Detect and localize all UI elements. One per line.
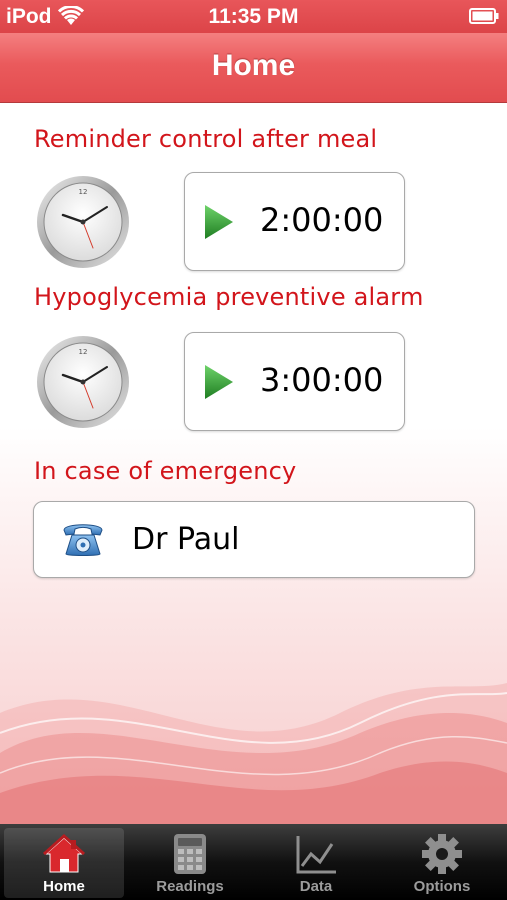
tab-home[interactable]: Home [4, 828, 124, 898]
calculator-icon [174, 834, 206, 874]
clock-icon[interactable]: 12 [35, 174, 131, 270]
decorative-waves [0, 683, 507, 824]
battery-icon [469, 8, 499, 24]
status-time: 11:35 PM [208, 5, 299, 28]
main-content: Reminder control after meal 12 2:00:00 H… [0, 103, 507, 824]
navigation-bar: Home [0, 33, 507, 103]
reminder-after-meal-label: Reminder control after meal [34, 125, 378, 153]
tab-home-label: Home [43, 878, 85, 895]
hypoglycemia-alarm-label: Hypoglycemia preventive alarm [34, 283, 424, 311]
play-icon [205, 365, 233, 399]
emergency-label: In case of emergency [34, 457, 297, 485]
timer-after-meal-button[interactable]: 2:00:00 [184, 172, 405, 271]
svg-text:12: 12 [79, 188, 88, 196]
tab-options[interactable]: Options [382, 828, 502, 898]
home-icon [42, 833, 86, 873]
page-title: Home [211, 49, 296, 82]
timer-hypoglycemia-value: 3:00:00 [260, 361, 384, 399]
tab-options-label: Options [413, 878, 471, 895]
emergency-contact-button[interactable]: Dr Paul [33, 501, 475, 578]
status-bar: iPod 11:35 PM [0, 0, 507, 33]
svg-text:12: 12 [79, 348, 88, 356]
tab-readings-label: Readings [156, 878, 224, 895]
tab-readings[interactable]: Readings [130, 828, 250, 898]
tab-data-label: Data [299, 878, 333, 895]
clock-icon[interactable]: 12 [35, 334, 131, 430]
play-icon [205, 205, 233, 239]
timer-after-meal-value: 2:00:00 [260, 201, 384, 239]
timer-hypoglycemia-button[interactable]: 3:00:00 [184, 332, 405, 431]
chart-icon [296, 836, 336, 874]
tab-bar: Home Readings Data Options [0, 824, 507, 900]
telephone-icon [63, 524, 103, 556]
emergency-contact-name: Dr Paul [132, 522, 240, 557]
gear-icon [422, 834, 462, 874]
tab-data[interactable]: Data [256, 828, 376, 898]
